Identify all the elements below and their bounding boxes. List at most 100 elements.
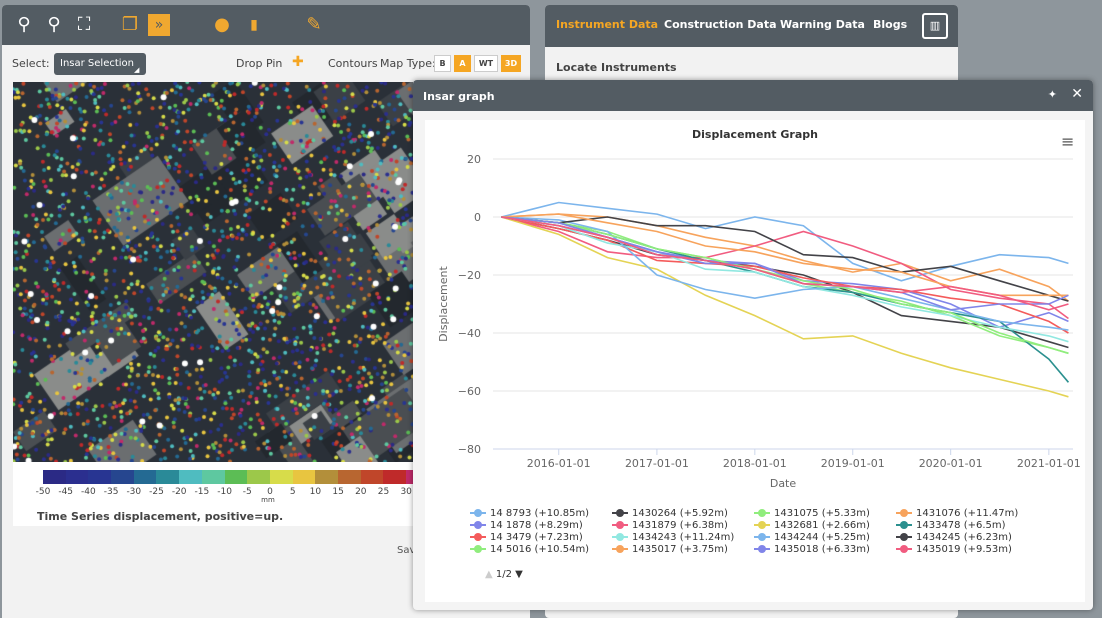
panel-tabs: Instrument Data Construction Data Warnin… <box>545 5 958 47</box>
light-bulb-icon[interactable]: ● <box>210 13 234 37</box>
map-type-3d[interactable]: 3D <box>501 55 521 72</box>
select-label: Select: <box>12 57 50 70</box>
x-axis-label: Date <box>770 477 797 490</box>
zoom-in-icon[interactable]: ⚲ <box>12 13 36 37</box>
series-line <box>501 216 1070 383</box>
legend-item[interactable]: 1435018 (+6.33m) <box>754 544 870 555</box>
bar-chart-icon[interactable]: ▥ <box>922 13 948 39</box>
colorbar <box>43 470 429 484</box>
map-type-wt[interactable]: WT <box>474 55 498 72</box>
legend-item[interactable]: 1431075 (+5.33m) <box>754 508 870 519</box>
pager-up-icon[interactable]: ▲ <box>485 569 493 580</box>
legend-item[interactable]: 1435017 (+3.75m) <box>612 544 728 555</box>
dropdown-value: Insar Selection <box>60 58 134 69</box>
legend-item[interactable]: 1430264 (+5.92m) <box>612 508 728 519</box>
tab-warning-data[interactable]: Warning Data <box>780 18 865 31</box>
colorbar-swatch <box>360 470 384 484</box>
legend-label: 1435017 (+3.75m) <box>632 544 728 555</box>
legend-marker <box>754 509 770 517</box>
colorbar-tick: -30 <box>126 487 142 497</box>
colorbar-legend: -50 -45 -40 -35 -30 -25 -20 -15 -10 -5 0 5 10 15 20 25 3… <box>13 462 429 526</box>
colorbar-tick: -45 <box>58 487 74 497</box>
colorbar-swatch <box>201 470 225 484</box>
colorbar-tick: 25 <box>377 487 390 497</box>
colorbar-tick: -10 <box>217 487 232 497</box>
legend-pager: ▲ 1/2 ▼ <box>485 569 523 580</box>
map-type-a[interactable]: A <box>454 55 471 72</box>
legend-item[interactable]: 1431879 (+6.38m) <box>612 520 728 531</box>
x-tick-label: 2018-01-01 <box>723 457 787 470</box>
y-tick-label: −60 <box>458 385 481 398</box>
y-tick-label: 0 <box>474 211 481 224</box>
colorbar-tick: 5 <box>289 487 296 497</box>
chart-container: Displacement Graph 20 0 −20 −40 −60 −80 2016-01… <box>425 120 1085 602</box>
legend-item[interactable]: 1434244 (+5.25m) <box>754 532 870 543</box>
pin-marker-icon[interactable]: ▮ <box>242 13 266 37</box>
pin-icon[interactable]: ✦ <box>1048 88 1057 101</box>
pencil-icon[interactable]: ✎ <box>302 13 326 37</box>
legend-item[interactable]: 14 5016 (+10.54m) <box>470 544 589 555</box>
legend-label: 1434243 (+11.24m) <box>632 532 735 543</box>
chart-menu-icon[interactable]: ≡ <box>1061 132 1074 151</box>
y-tick-label: −80 <box>458 443 481 456</box>
chevron-down-icon: ◢ <box>134 66 140 74</box>
legend-marker <box>896 545 912 553</box>
legend-label: 1430264 (+5.92m) <box>632 508 728 519</box>
legend-item[interactable]: 1435019 (+9.53m) <box>896 544 1012 555</box>
colorbar-swatch <box>292 470 316 484</box>
legend-item[interactable]: 1433478 (+6.5m) <box>896 520 1006 531</box>
map-type-b[interactable]: B <box>434 55 451 72</box>
insar-map[interactable] <box>13 82 413 462</box>
y-axis-label: Displacement <box>437 266 450 342</box>
colorbar-tick: -35 <box>103 487 119 497</box>
insar-graph-dialog: Insar graph ✦ ✕ Displacement Graph 20 0 −20… <box>413 80 1093 610</box>
legend-label: 14 1878 (+8.29m) <box>490 520 583 531</box>
series-line <box>501 216 1069 398</box>
colorbar-caption: Time Series displacement, positive=up. <box>37 510 284 523</box>
colorbar-swatch <box>88 470 112 484</box>
legend-marker <box>612 533 628 541</box>
colorbar-swatch <box>111 470 134 484</box>
drop-pin-icon[interactable]: ✚ <box>292 54 304 70</box>
colorbar-swatch <box>247 470 270 484</box>
copy-layers-icon[interactable]: ❐ <box>118 13 142 37</box>
legend-item[interactable]: 1434245 (+6.23m) <box>896 532 1012 543</box>
legend-item[interactable]: 14 8793 (+10.85m) <box>470 508 589 519</box>
legend-item[interactable]: 14 1878 (+8.29m) <box>470 520 583 531</box>
close-icon[interactable]: ✕ <box>1071 86 1083 102</box>
colorbar-tick: 20 <box>355 487 367 497</box>
tab-instrument-data[interactable]: Instrument Data <box>556 18 658 31</box>
zoom-extent-icon[interactable]: ⛶ <box>72 13 96 37</box>
contours-toggle[interactable]: Contours <box>328 57 378 70</box>
drop-pin-label: Drop Pin <box>236 57 283 70</box>
legend-item[interactable]: 14 3479 (+7.23m) <box>470 532 583 543</box>
legend-marker <box>612 521 628 529</box>
legend-label: 1434245 (+6.23m) <box>916 532 1012 543</box>
colorbar-tick: -50 <box>35 487 51 497</box>
colorbar-tick: -5 <box>242 487 252 497</box>
insar-selection-dropdown[interactable]: Insar Selection ◢ <box>54 53 146 75</box>
legend-marker <box>470 545 486 553</box>
colorbar-tick: 15 <box>332 487 344 497</box>
colorbar-tick: -20 <box>171 487 187 497</box>
legend-item[interactable]: 1432681 (+2.66m) <box>754 520 870 531</box>
legend-label: 14 3479 (+7.23m) <box>490 532 583 543</box>
colorbar-tick: -25 <box>149 487 164 497</box>
zoom-out-icon[interactable]: ⚲ <box>42 13 66 37</box>
tab-construction-data[interactable]: Construction Data <box>664 18 777 31</box>
map-type-label: Map Type: <box>380 57 436 70</box>
dialog-title: Insar graph <box>423 90 495 103</box>
legend-marker <box>754 521 770 529</box>
legend-label: 1433478 (+6.5m) <box>916 520 1006 531</box>
tab-blogs[interactable]: Blogs <box>873 18 907 31</box>
page-indicator: 1/2 <box>495 569 512 580</box>
legend-label: 1431075 (+5.33m) <box>774 508 870 519</box>
legend-item[interactable]: 1431076 (+11.47m) <box>896 508 1018 519</box>
legend-marker <box>612 509 628 517</box>
legend-item[interactable]: 1434243 (+11.24m) <box>612 532 734 543</box>
colorbar-tick: -15 <box>194 487 210 497</box>
forward-icon[interactable]: » <box>148 14 170 36</box>
legend-label: 14 5016 (+10.54m) <box>490 544 590 555</box>
pager-down-icon[interactable]: ▼ <box>515 569 523 580</box>
legend-marker <box>896 533 912 541</box>
